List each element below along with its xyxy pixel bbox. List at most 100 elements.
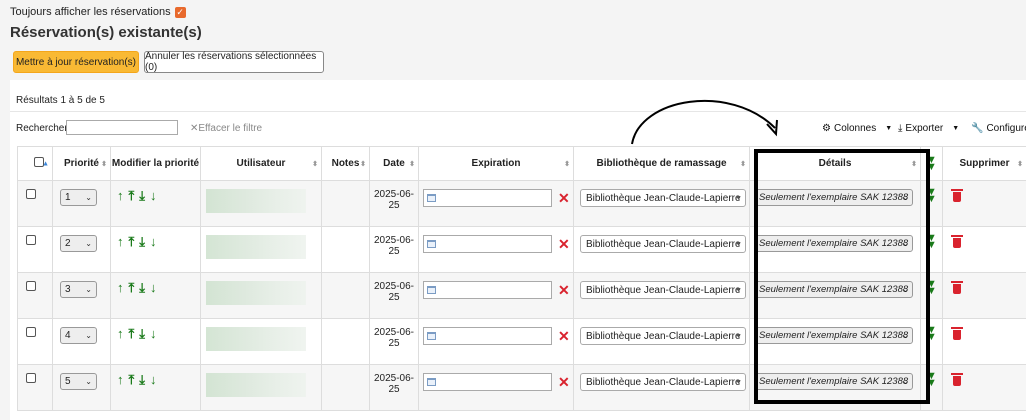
move-up-icon[interactable]: ↑: [117, 373, 124, 386]
calendar-icon[interactable]: [427, 240, 436, 248]
pickup-library-select[interactable]: Bibliothèque Jean-Claude-Lapierre ▼: [580, 235, 746, 253]
clear-date-icon[interactable]: ✕: [558, 236, 570, 253]
move-up-icon[interactable]: ↑: [117, 189, 124, 202]
pickup-library-select[interactable]: Bibliothèque Jean-Claude-Lapierre ▼: [580, 373, 746, 391]
patron-cell: [200, 226, 322, 273]
calendar-icon[interactable]: [427, 332, 436, 340]
move-to-top-icon[interactable]: ⤒: [129, 327, 135, 340]
move-down-icon[interactable]: ↓: [150, 235, 157, 248]
row-checkbox[interactable]: [26, 373, 36, 383]
move-up-icon[interactable]: ↑: [117, 327, 124, 340]
priority-select[interactable]: 2 ⌄: [60, 235, 97, 252]
always-show-holds-checkbox[interactable]: ✓: [174, 6, 186, 18]
details-value: Seulement l'exemplaire SAK 12388: [759, 238, 909, 249]
move-to-bottom-icon[interactable]: ⤓: [139, 327, 145, 340]
notes-header[interactable]: Notes ⬍: [321, 146, 370, 181]
move-to-top-icon[interactable]: ⤒: [129, 281, 135, 294]
double-chevron-down-icon[interactable]: ▼ ▼: [922, 371, 942, 389]
row-checkbox[interactable]: [26, 189, 36, 199]
move-down-icon[interactable]: ↓: [150, 281, 157, 294]
configure-button[interactable]: 🔧 Configurer: [971, 123, 1026, 134]
double-chevron-down-icon[interactable]: ▼ ▼: [922, 325, 942, 343]
move-to-bottom-icon[interactable]: ⤓: [139, 281, 145, 294]
details-select[interactable]: Seulement l'exemplaire SAK 12388 ⌄: [755, 235, 913, 252]
priority-value: 3: [65, 284, 71, 295]
priority-select[interactable]: 5 ⌄: [60, 373, 97, 390]
priority-select[interactable]: 1 ⌄: [60, 189, 97, 206]
expiration-date-input[interactable]: [423, 189, 552, 207]
priority-select[interactable]: 4 ⌄: [60, 327, 97, 344]
date-header[interactable]: Date ⬍: [369, 146, 419, 181]
move-to-top-icon[interactable]: ⤒: [129, 189, 135, 202]
expiration-date-input[interactable]: [423, 373, 552, 391]
trash-icon[interactable]: [951, 281, 963, 294]
move-up-icon[interactable]: ↑: [117, 235, 124, 248]
double-chevron-down-icon[interactable]: ▼ ▼: [922, 279, 942, 297]
pickup-library-select[interactable]: Bibliothèque Jean-Claude-Lapierre ▼: [580, 189, 746, 207]
delete-header[interactable]: Supprimer ⬍: [942, 146, 1026, 181]
details-select[interactable]: Seulement l'exemplaire SAK 12388 ⌄: [755, 327, 913, 344]
double-chevron-down-icon[interactable]: ▼ ▼: [922, 187, 942, 205]
patron-name-redacted[interactable]: [206, 189, 306, 213]
delete-cell: [942, 272, 1026, 319]
pickup-library-select[interactable]: Bibliothèque Jean-Claude-Lapierre ▼: [580, 327, 746, 345]
always-show-holds-toggle[interactable]: Toujours afficher les réservations ✓: [10, 6, 186, 18]
move-down-icon[interactable]: ↓: [150, 373, 157, 386]
cancel-selected-holds-button[interactable]: Annuler les réservations sélectionnées (…: [144, 51, 324, 73]
pickup-library-header[interactable]: Bibliothèque de ramassage ⬍: [573, 146, 750, 181]
calendar-icon[interactable]: [427, 286, 436, 294]
gear-icon: ⚙: [822, 123, 831, 134]
move-to-bottom-icon[interactable]: ⤓: [139, 189, 145, 202]
columns-button[interactable]: ⚙ Colonnes ▼: [822, 123, 892, 134]
move-to-top-icon[interactable]: ⤒: [129, 235, 135, 248]
row-checkbox[interactable]: [26, 235, 36, 245]
expiration-cell: ✕: [418, 318, 574, 365]
clear-filter-link[interactable]: ✕Effacer le filtre: [190, 123, 262, 134]
clear-date-icon[interactable]: ✕: [558, 374, 570, 391]
move-down-icon[interactable]: ↓: [150, 327, 157, 340]
move-down-icon[interactable]: ↓: [150, 189, 157, 202]
select-all-header[interactable]: ▲: [17, 146, 53, 181]
calendar-icon[interactable]: [427, 194, 436, 202]
trash-icon[interactable]: [951, 235, 963, 248]
caret-down-icon: ▼: [735, 286, 742, 294]
row-select-cell: [17, 180, 53, 227]
patron-name-redacted[interactable]: [206, 327, 306, 351]
move-to-bottom-icon[interactable]: ⤓: [139, 373, 145, 386]
expiration-date-input[interactable]: [423, 327, 552, 345]
priority-header[interactable]: Priorité ⬍: [52, 146, 111, 181]
details-header[interactable]: Détails ⬍: [749, 146, 921, 181]
trash-icon[interactable]: [951, 373, 963, 386]
patron-name-redacted[interactable]: [206, 281, 306, 305]
details-select[interactable]: Seulement l'exemplaire SAK 12388 ⌄: [755, 281, 913, 298]
calendar-icon[interactable]: [427, 378, 436, 386]
columns-label: Colonnes: [833, 123, 877, 134]
update-holds-button[interactable]: Mettre à jour réservation(s): [13, 51, 139, 73]
pickup-library-select[interactable]: Bibliothèque Jean-Claude-Lapierre ▼: [580, 281, 746, 299]
patron-name-redacted[interactable]: [206, 235, 306, 259]
clear-date-icon[interactable]: ✕: [558, 282, 570, 299]
sort-icon: ⬍: [740, 160, 746, 168]
expiration-date-input[interactable]: [423, 235, 552, 253]
row-checkbox[interactable]: [26, 281, 36, 291]
change-priority-cell: ↑ ⤒ ⤓ ↓: [110, 272, 201, 319]
double-chevron-down-icon[interactable]: ▼ ▼: [922, 233, 942, 251]
clear-date-icon[interactable]: ✕: [558, 328, 570, 345]
expiration-date-input[interactable]: [423, 281, 552, 299]
search-input[interactable]: [66, 120, 178, 135]
row-checkbox[interactable]: [26, 327, 36, 337]
move-to-top-icon[interactable]: ⤒: [129, 373, 135, 386]
move-to-bottom-icon[interactable]: ⤓: [139, 235, 145, 248]
priority-select[interactable]: 3 ⌄: [60, 281, 97, 298]
details-select[interactable]: Seulement l'exemplaire SAK 12388 ⌄: [755, 189, 913, 206]
expiration-header[interactable]: Expiration ⬍: [418, 146, 574, 181]
patron-header[interactable]: Utilisateur ⬍: [200, 146, 322, 181]
clear-date-icon[interactable]: ✕: [558, 190, 570, 207]
details-select[interactable]: Seulement l'exemplaire SAK 12388 ⌄: [755, 373, 913, 390]
chevron-down-icon: ⌄: [902, 193, 909, 202]
trash-icon[interactable]: [951, 327, 963, 340]
move-up-icon[interactable]: ↑: [117, 281, 124, 294]
trash-icon[interactable]: [951, 189, 963, 202]
patron-name-redacted[interactable]: [206, 373, 306, 397]
export-button[interactable]: ⤓ Exporter ▼: [898, 123, 959, 134]
